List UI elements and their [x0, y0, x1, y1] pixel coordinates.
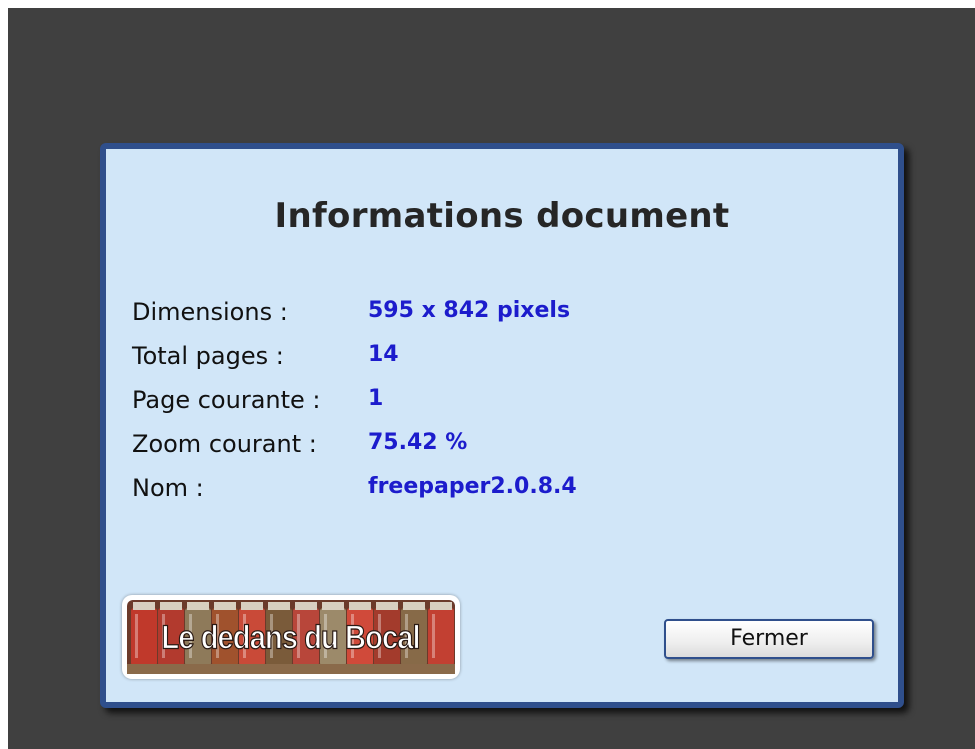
- logo-text: Le dedans du Bocal: [161, 619, 419, 656]
- jar-shape: [131, 608, 157, 666]
- jar-shine-shape: [432, 614, 435, 658]
- jar-lid-shape: [403, 602, 425, 610]
- logo-banner: Le dedans du Bocal: [122, 595, 460, 679]
- current-zoom-label: Zoom courant :: [132, 430, 317, 458]
- jar-lid-shape: [133, 602, 155, 610]
- jar-lid-shape: [241, 602, 263, 610]
- current-page-label: Page courante :: [132, 386, 321, 414]
- total-pages-label: Total pages :: [132, 342, 284, 370]
- jar-lid-shape: [160, 602, 182, 610]
- blurred-background-text: ​: [8, 42, 975, 67]
- jar-lid-shape: [187, 602, 209, 610]
- jars-logo-image: Le dedans du Bocal: [127, 600, 455, 674]
- jar-lid-shape: [349, 602, 371, 610]
- jar-shape: [428, 608, 454, 666]
- jar-shine-shape: [135, 614, 138, 658]
- name-value: freepaper2.0.8.4: [368, 474, 577, 499]
- jar-lid-shape: [376, 602, 398, 610]
- current-page-value: 1: [368, 386, 384, 411]
- dialog-title: Informations document: [274, 196, 730, 236]
- name-label: Nom :: [132, 474, 204, 502]
- jar-lid-shape: [430, 602, 452, 610]
- jar-lid-shape: [268, 602, 290, 610]
- jar-lid-shape: [322, 602, 344, 610]
- dimensions-value: 595 x 842 pixels: [368, 298, 571, 323]
- blurred-background-text: ​: [8, 8, 975, 38]
- jar-lid-shape: [295, 602, 317, 610]
- close-button[interactable]: Fermer: [664, 619, 874, 659]
- dimensions-label: Dimensions :: [132, 298, 288, 326]
- total-pages-value: 14: [368, 342, 399, 367]
- document-info-dialog: Informations document Dimensions : 595 x…: [100, 143, 904, 708]
- current-zoom-value: 75.42 %: [368, 430, 468, 455]
- jar-lid-shape: [214, 602, 236, 610]
